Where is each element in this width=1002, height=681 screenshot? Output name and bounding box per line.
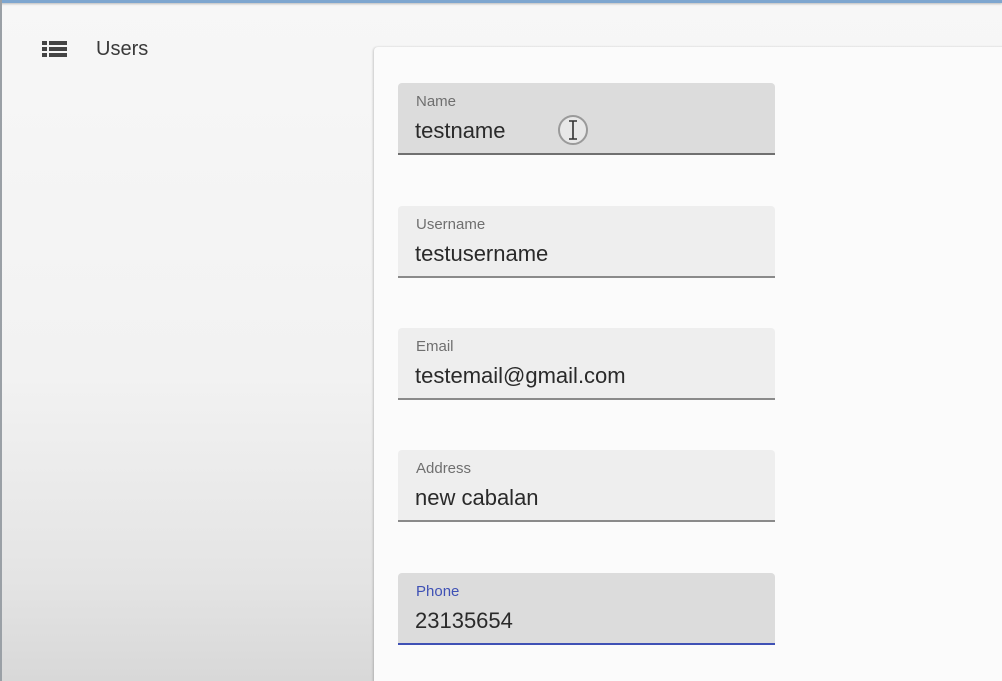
name-field[interactable]: Name testname bbox=[398, 83, 775, 155]
email-field-value: testemail@gmail.com bbox=[415, 363, 626, 388]
name-field-label: Name bbox=[416, 93, 457, 110]
sidebar-item-users[interactable]: Users bbox=[42, 36, 148, 62]
username-field-label: Username bbox=[416, 216, 486, 233]
window-left-edge bbox=[0, 0, 2, 681]
address-field[interactable]: Address new cabalan bbox=[398, 450, 775, 522]
username-field-value: testusername bbox=[415, 241, 549, 266]
sidebar-item-label: Users bbox=[96, 37, 149, 60]
address-field-label: Address bbox=[416, 460, 472, 477]
phone-field-value: 23135654 bbox=[415, 608, 513, 633]
app-window: Users Name testname Username testusernam… bbox=[0, 0, 1002, 681]
email-field-label: Email bbox=[416, 338, 454, 355]
email-field[interactable]: Email testemail@gmail.com bbox=[398, 328, 775, 400]
text-cursor-icon bbox=[558, 115, 588, 145]
name-field-value: testname bbox=[415, 118, 506, 143]
list-icon bbox=[42, 40, 67, 58]
username-field[interactable]: Username testusername bbox=[398, 206, 775, 278]
phone-field[interactable]: Phone 23135654 bbox=[398, 573, 775, 645]
phone-field-label: Phone bbox=[416, 583, 460, 600]
address-field-value: new cabalan bbox=[415, 485, 539, 510]
top-app-bar-edge bbox=[0, 0, 1002, 3]
